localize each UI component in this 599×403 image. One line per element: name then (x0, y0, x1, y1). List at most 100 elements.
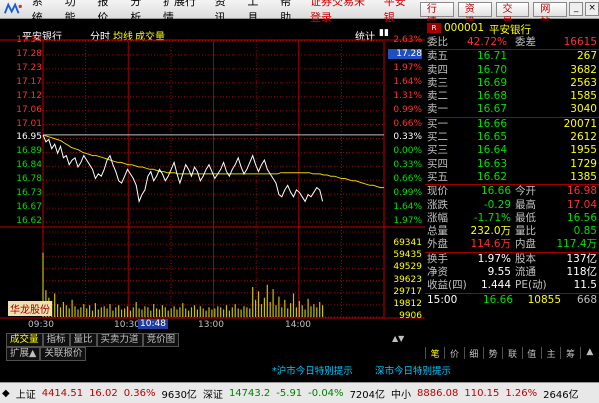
ask-price: 16.68 (476, 90, 507, 103)
stat-row: 现价 16.66 今开 16.98 (425, 184, 599, 198)
price-tick-label: 17.17 (16, 76, 42, 87)
tab-buy-sell-power[interactable]: 买卖力道 (96, 333, 143, 347)
percent-tick-label: 0.66% (393, 118, 422, 129)
percent-tick-label: 0.33% (393, 160, 422, 171)
volume-tick-label: 69341 (393, 238, 422, 249)
panel-tab[interactable]: ▲ (579, 347, 599, 359)
stat-value: 9.55 (487, 266, 511, 279)
ask-label: 卖三 (427, 76, 448, 89)
stat-row: 换手 1.97% 股本 137亿 (425, 251, 599, 266)
panel-tab[interactable]: 值 (521, 347, 541, 360)
percent-tick-label: 0.00% (393, 146, 422, 157)
ask-label: 卖一 (427, 103, 448, 116)
trade-price: 16.66 (482, 293, 513, 306)
stat-value: 16.66 (480, 185, 511, 198)
tab-volume-ratio[interactable]: 量比 (69, 333, 97, 347)
sz-notice-link[interactable]: 深市今日特别提示 (375, 363, 451, 377)
stat-label: 量比 (515, 225, 536, 238)
price-chart[interactable] (0, 0, 425, 345)
percent-tick-label: 1.97% (393, 62, 422, 73)
volume-tick-label: 9906 (399, 311, 422, 321)
status-bar: ◆ 上证 4414.51 16.02 0.36% 9630亿 深证 14743.… (0, 382, 599, 403)
tab-related-quotes[interactable]: 关联报价 (40, 347, 87, 361)
bid-price: 16.63 (476, 157, 507, 170)
scroll-down-icon[interactable]: ▼ (398, 334, 404, 343)
sh-index-label[interactable]: 上证 (16, 386, 36, 401)
scroll-arrows[interactable]: ▲▼ (392, 334, 404, 343)
minimize-icon[interactable]: _ (569, 2, 584, 16)
stat-label: 现价 (427, 185, 448, 198)
trade-count: 668 (576, 293, 597, 306)
website-button[interactable]: 网 站 (533, 1, 568, 28)
stat-row: 净资 9.55 流通 118亿 (425, 266, 599, 279)
stat-label: 换手 (427, 252, 448, 265)
percent-tick-label: 0.99% (393, 104, 422, 115)
tab-indicator[interactable]: 指标 (42, 333, 70, 347)
time-label-1030: 10:30 (114, 320, 140, 330)
stat-label: 总量 (427, 225, 448, 238)
sme-index-label[interactable]: 中小 (391, 386, 411, 401)
panel-tab[interactable]: 笔 (425, 347, 444, 360)
stat-label: 股本 (515, 252, 536, 265)
ask-price: 16.71 (476, 50, 507, 63)
stat-label: PE(动) (515, 279, 547, 292)
stat-row: 涨跌 -0.29 最高 17.04 (425, 199, 599, 212)
close-icon[interactable]: × (585, 2, 599, 16)
price-tick-label: 17.34 (16, 35, 42, 45)
price-tick-label: 17.23 (16, 62, 42, 73)
ask-row: 卖二 16.68 1585 (425, 90, 599, 103)
stat-value: -0.29 (483, 198, 511, 211)
stat-label: 涨跌 (427, 198, 448, 211)
bid-volume: 20071 (563, 117, 597, 130)
stat-value: 117.4万 (556, 238, 597, 251)
weibi-row: 委比 42.72% 委差 16615 (425, 36, 599, 49)
percent-tick-label: 1.64% (393, 76, 422, 87)
panel-tab[interactable]: 细 (463, 347, 483, 360)
ask-volume: 267 (576, 50, 597, 63)
panel-tab[interactable]: 价 (444, 347, 463, 360)
stat-label: 外盘 (427, 238, 448, 251)
ask-volume: 1585 (570, 90, 597, 103)
sz-index-change: -5.91 (276, 387, 303, 399)
stat-value: 232.0万 (470, 225, 511, 238)
bid-label: 买一 (427, 117, 448, 130)
volume-tick-label: 29717 (393, 286, 422, 297)
extension-tabs: 扩展▲ 关联报价 (6, 347, 87, 361)
sz-index-value: 14743.2 (228, 387, 271, 399)
tab-extend[interactable]: 扩展▲ (6, 347, 41, 361)
sh-notice-link[interactable]: *沪市今日特别提示 (272, 363, 353, 377)
weicha-value: 16615 (563, 36, 597, 48)
tab-volume-indicator[interactable]: 成交量 (6, 333, 43, 347)
price-tick-label: 16.95 (16, 132, 42, 143)
stat-label: 最高 (515, 198, 536, 211)
info-button[interactable]: 资 讯 (457, 1, 492, 28)
bid-label: 买二 (427, 131, 448, 144)
trade-button[interactable]: 交 易 (495, 1, 530, 28)
panel-tabs: 笔价细势联值主筹 ▲ (425, 347, 599, 360)
ask-price: 16.69 (476, 76, 507, 89)
sz-index-label[interactable]: 深证 (203, 386, 223, 401)
panel-tab[interactable]: 主 (540, 347, 560, 360)
price-tick-label: 16.89 (16, 146, 42, 157)
panel-tab[interactable]: 联 (502, 347, 521, 360)
price-tick-label: 16.62 (16, 216, 42, 226)
bid-row: 买二 16.65 2612 (425, 131, 599, 144)
bid-row: 买五 16.62 1385 (425, 171, 599, 184)
board-badge-icon: R (427, 23, 441, 33)
stat-value: 0.85 (573, 225, 597, 238)
percent-tick-label: 1.31% (393, 90, 422, 101)
panel-tab[interactable]: 筹 (560, 347, 579, 360)
sh-index-percent: 0.36% (123, 387, 156, 399)
sh-index-value: 4414.51 (41, 387, 84, 399)
ask-row: 卖一 16.67 3040 (425, 103, 599, 116)
stat-label: 净资 (427, 266, 448, 279)
tab-auction-chart[interactable]: 竞价图 (142, 333, 180, 347)
sh-index-amount: 9630亿 (161, 389, 197, 401)
panel-tab[interactable]: 势 (482, 347, 502, 360)
percent-tick-label: 2.63% (393, 35, 422, 45)
weibi-value: 42.72% (466, 36, 507, 48)
ask-label: 卖四 (427, 63, 448, 76)
volume-bars (42, 252, 324, 317)
ask-volume: 3682 (570, 63, 597, 76)
weicha-label: 委差 (515, 36, 536, 48)
